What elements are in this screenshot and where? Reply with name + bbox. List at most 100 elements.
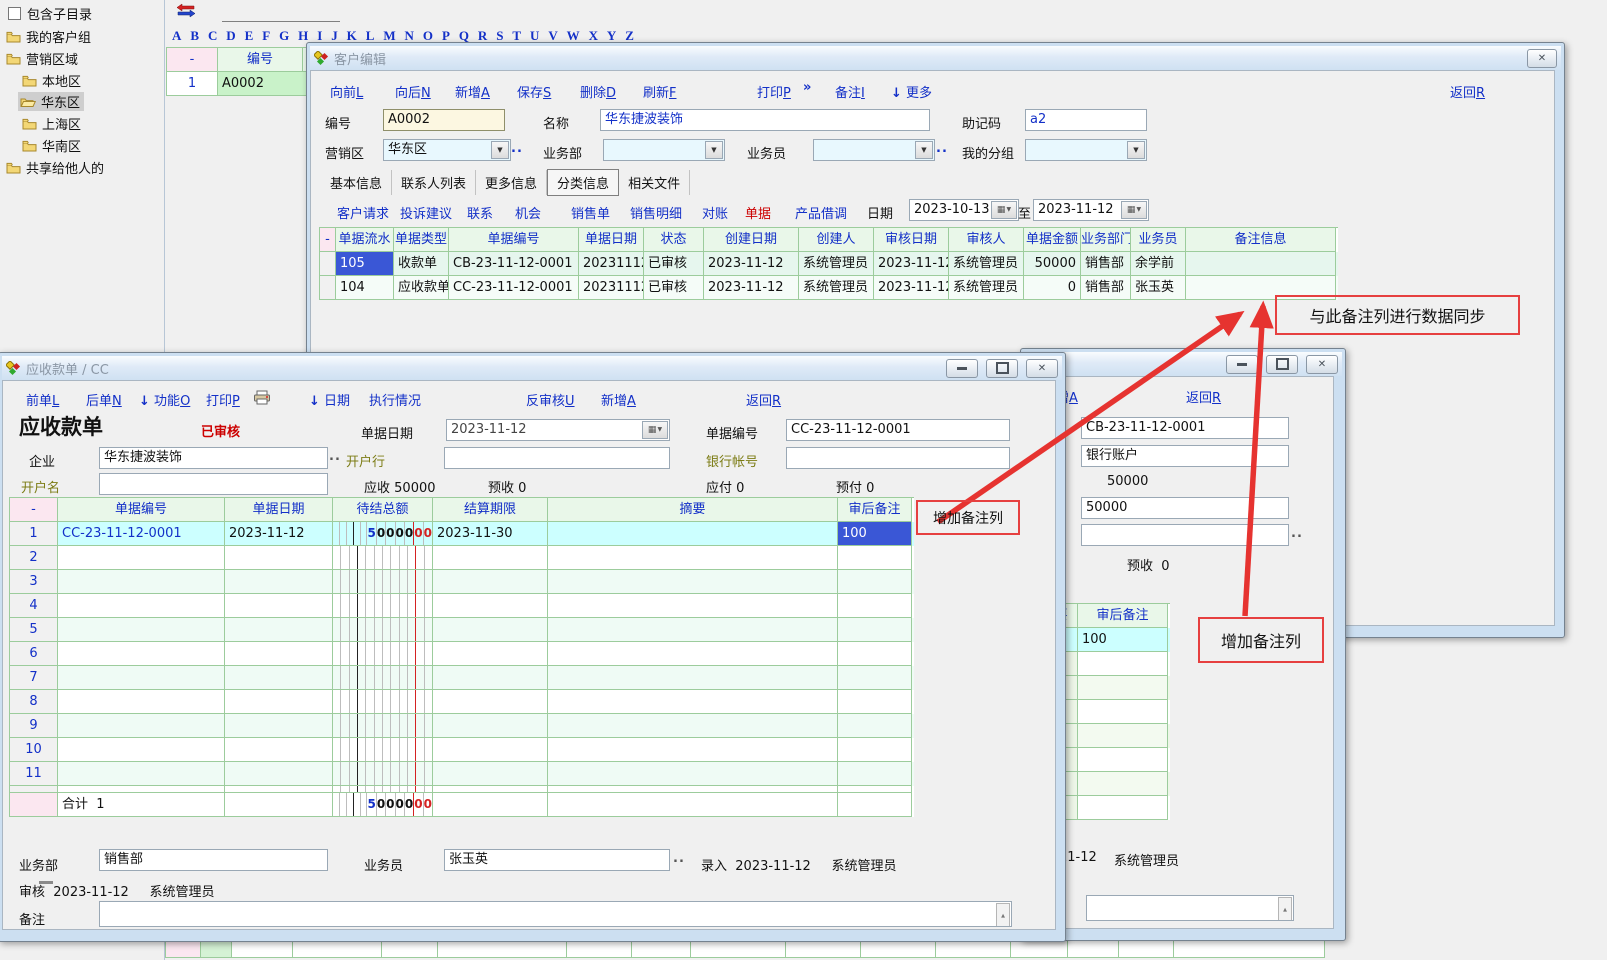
doc-no-input[interactable]: CC-23-11-12-0001 (786, 419, 1010, 441)
next-button[interactable]: 向后N (395, 82, 431, 101)
tab-related-files[interactable]: 相关文件 (619, 170, 690, 195)
doc-no-input[interactable]: CB-23-11-12-0001 (1081, 417, 1289, 439)
subtab-opportunity[interactable]: 机会 (515, 203, 541, 222)
print-button[interactable]: 打印P (206, 390, 240, 409)
chevron-down-icon[interactable]: ▼ (491, 141, 509, 159)
detail-row[interactable]: 10 (10, 738, 914, 762)
customer-edit-titlebar[interactable]: 客户编辑 ✕ (310, 46, 1561, 70)
cell-pending-amount[interactable]: 5000000 (333, 522, 433, 546)
tree-item-shared-to-others[interactable]: 共享给他人的 (6, 158, 104, 177)
extra-input[interactable] (1081, 524, 1289, 546)
mygroup-combo[interactable]: ▼ (1025, 139, 1147, 161)
row-number[interactable]: 7 (10, 666, 58, 690)
dept-input[interactable]: 销售部 (99, 849, 328, 871)
refresh-button[interactable]: 刷新F (643, 82, 677, 101)
company-input[interactable]: 华东捷波装饰 (99, 447, 328, 469)
cell-create-date[interactable]: 2023-11-12 (704, 276, 799, 300)
cell-doc-no[interactable]: CC-23-11-12-0001 (58, 522, 225, 546)
add-button[interactable]: 新增A (601, 390, 636, 409)
account-name-input[interactable] (99, 473, 328, 495)
spinner[interactable]: ▲▼ (1278, 897, 1292, 919)
mini-grid-row-index[interactable]: 1 (166, 72, 218, 96)
function-menu-button[interactable]: ↓ 功能O (139, 390, 190, 409)
close-icon[interactable]: ✕ (1026, 359, 1058, 378)
date-to-input[interactable]: 2023-11-12▦▼ (1033, 199, 1149, 221)
row-number[interactable]: 10 (10, 738, 58, 762)
cell-create-date[interactable]: 2023-11-12 (704, 252, 799, 276)
region-ellipsis-button[interactable]: .. (511, 141, 523, 156)
cell-dept[interactable]: 销售部 (1081, 252, 1131, 276)
date-menu-button[interactable]: ↓ 日期 (309, 390, 350, 409)
receivable-titlebar[interactable]: 应收款单 / CC ✕ (2, 356, 1062, 380)
index-letter[interactable]: B (190, 28, 199, 44)
detail-row[interactable]: 7 (10, 666, 914, 690)
subtab-product-loan[interactable]: 产品借调 (795, 203, 847, 222)
cell-status[interactable]: 已审核 (644, 276, 704, 300)
delete-button[interactable]: 删除D (580, 82, 616, 101)
detail-row[interactable]: 11 (10, 762, 914, 786)
document-row-104[interactable]: 104 应收款单 CC-23-11-12-0001 20231112 已审核 2… (320, 276, 1338, 300)
cell-creator[interactable]: 系统管理员 (799, 252, 874, 276)
cell-creator[interactable]: 系统管理员 (799, 276, 874, 300)
tree-item-huanan-region[interactable]: 华南区 (22, 136, 81, 155)
save-button[interactable]: 保存S (517, 82, 551, 101)
cell-doc-no[interactable]: CB-23-11-12-0001 (449, 252, 579, 276)
note-button[interactable]: 备注I (835, 82, 865, 101)
receipt-titlebar[interactable]: ✕ (1024, 352, 1342, 376)
amount-input[interactable]: 50000 (1081, 497, 1289, 519)
execution-status-button[interactable]: 执行情况 (369, 390, 421, 409)
note-input[interactable]: ▲▼ (99, 901, 1012, 927)
subtab-complaints[interactable]: 投诉建议 (400, 203, 452, 222)
cell-amount[interactable]: 0 (1024, 276, 1081, 300)
row-number[interactable]: 4 (10, 594, 58, 618)
tab-contacts[interactable]: 联系人列表 (392, 170, 476, 195)
cell-audit-date[interactable]: 2023-11-12 (874, 252, 949, 276)
next-doc-button[interactable]: 后单N (86, 390, 122, 409)
detail-row[interactable]: 6 (10, 642, 914, 666)
name-input[interactable]: 华东捷波装饰 (600, 109, 930, 131)
tree-item-local-region[interactable]: 本地区 (22, 71, 81, 90)
maximize-icon[interactable] (986, 359, 1018, 378)
printer-icon[interactable] (253, 390, 271, 405)
date-from-input[interactable]: 2023-10-13▦▼ (909, 199, 1019, 221)
row-number[interactable]: 8 (10, 690, 58, 714)
salesman-ellipsis-button[interactable]: .. (673, 851, 685, 866)
salesman-ellipsis-button[interactable]: .. (936, 141, 948, 156)
extra-ellipsis-button[interactable]: .. (1291, 526, 1303, 541)
row-number[interactable]: 6 (10, 642, 58, 666)
subtab-reconciliation[interactable]: 对账 (702, 203, 728, 222)
detail-row[interactable]: 2 (10, 546, 914, 570)
tab-basic-info[interactable]: 基本信息 (321, 170, 392, 195)
chevron-down-icon[interactable]: ▼ (1127, 141, 1145, 159)
chevron-down-icon[interactable]: ▼ (915, 141, 933, 159)
include-subdirs-checkbox[interactable] (8, 7, 21, 20)
cell-status[interactable]: 已审核 (644, 252, 704, 276)
bank-account-input[interactable]: 银行账户 (1081, 445, 1289, 467)
document-row-105[interactable]: 105 收款单 CB-23-11-12-0001 20231112 已审核 20… (320, 252, 1338, 276)
index-letter[interactable]: G (279, 28, 289, 44)
cell-doc-type[interactable]: 应收款单 (394, 276, 449, 300)
chevron-down-icon[interactable]: ▼ (705, 141, 723, 159)
detail-row[interactable]: 9 (10, 714, 914, 738)
prev-doc-button[interactable]: 前单L (26, 390, 59, 409)
more-button[interactable]: ↓ 更多 (891, 82, 932, 101)
note-input[interactable]: ▲▼ (1086, 895, 1294, 921)
unaudit-button[interactable]: 反审核U (526, 390, 575, 409)
index-letter[interactable]: E (245, 28, 254, 44)
index-letter[interactable]: A (172, 28, 181, 44)
dept-combo[interactable]: ▼ (603, 139, 725, 161)
prev-button[interactable]: 向前L (330, 82, 363, 101)
row-number[interactable]: 11 (10, 762, 58, 786)
minimize-icon[interactable] (1226, 355, 1258, 374)
calendar-icon[interactable]: ▦▼ (991, 201, 1017, 219)
tree-item-marketing-region[interactable]: 营销区域 (6, 49, 78, 68)
cell-doc-date[interactable]: 2023-11-12 (225, 522, 333, 546)
detail-row-1[interactable]: 1 CC-23-11-12-0001 2023-11-12 5000000 20… (10, 522, 914, 546)
print-button[interactable]: 打印P (757, 82, 791, 101)
row-number[interactable]: 9 (10, 714, 58, 738)
row-number[interactable]: 3 (10, 570, 58, 594)
row-number[interactable]: 5 (10, 618, 58, 642)
region-combo[interactable]: 华东区▼ (383, 139, 511, 161)
detail-row[interactable]: 3 (10, 570, 914, 594)
cell-auditor[interactable]: 系统管理员 (949, 276, 1024, 300)
